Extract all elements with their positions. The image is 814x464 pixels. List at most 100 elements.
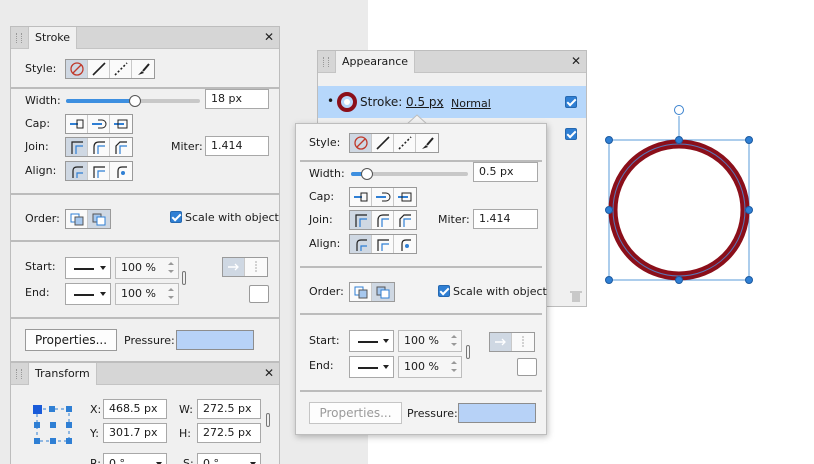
drag-grip-icon[interactable] <box>323 57 329 67</box>
cap-butt-button[interactable] <box>350 188 372 206</box>
close-icon[interactable]: ✕ <box>571 54 581 68</box>
cap-square-button[interactable] <box>394 188 416 206</box>
style-solid-button[interactable] <box>88 60 110 78</box>
link-icon[interactable] <box>466 345 470 359</box>
cap-butt-button[interactable] <box>66 115 88 133</box>
stroke-row[interactable]: • Stroke: 0.5 px , Normal <box>318 86 586 118</box>
miter-field[interactable]: 1.414 <box>205 136 269 156</box>
align-inside-button[interactable] <box>372 235 394 253</box>
end-scale-field[interactable]: 100 % <box>115 283 179 305</box>
join-round-button[interactable] <box>372 211 394 229</box>
order-front-button[interactable] <box>372 283 394 301</box>
width-field[interactable]: 18 px <box>205 89 269 109</box>
selection-handle-bottom-right[interactable] <box>745 276 753 284</box>
scale-with-object-checkbox[interactable] <box>170 211 182 223</box>
join-bevel-button[interactable] <box>110 138 132 156</box>
x-label: X: <box>90 403 102 416</box>
join-label: Join: <box>25 140 49 153</box>
end-arrowhead-dropdown[interactable] <box>349 356 394 378</box>
y-label: Y: <box>90 427 99 440</box>
swap-arrowheads-button[interactable] <box>249 285 269 303</box>
order-buttons <box>65 209 111 229</box>
w-field[interactable]: 272.5 px <box>197 399 261 419</box>
y-field[interactable]: 301.7 px <box>103 423 167 443</box>
width-field[interactable]: 0.5 px <box>473 162 538 182</box>
separator <box>300 390 542 392</box>
arrow-inside-button[interactable] <box>512 333 534 351</box>
anchor-selector-icon[interactable] <box>33 405 73 445</box>
align-inside-button[interactable] <box>88 162 110 180</box>
cap-square-button[interactable] <box>110 115 132 133</box>
x-field[interactable]: 468.5 px <box>103 399 167 419</box>
miter-field[interactable]: 1.414 <box>473 209 538 229</box>
close-icon[interactable]: ✕ <box>264 30 274 44</box>
align-outside-button[interactable] <box>110 162 132 180</box>
properties-button[interactable]: Properties... <box>25 329 117 351</box>
h-field[interactable]: 272.5 px <box>197 423 261 443</box>
end-arrowhead-dropdown[interactable] <box>65 283 111 305</box>
start-arrowhead-dropdown[interactable] <box>65 257 111 279</box>
end-scale-field[interactable]: 100 % <box>398 356 462 378</box>
order-front-button[interactable] <box>88 210 110 228</box>
style-dashed-button[interactable] <box>110 60 132 78</box>
tab-appearance[interactable]: Appearance <box>335 51 416 73</box>
pressure-graph[interactable] <box>458 403 536 423</box>
link-icon[interactable] <box>182 271 186 285</box>
canvas-selected-ellipse[interactable] <box>600 100 760 290</box>
join-bevel-button[interactable] <box>394 211 416 229</box>
cap-round-button[interactable] <box>372 188 394 206</box>
selection-handle-middle-left[interactable] <box>605 206 613 214</box>
drag-grip-icon[interactable] <box>16 369 22 379</box>
scale-with-object-checkbox[interactable] <box>438 285 450 297</box>
width-slider-knob[interactable] <box>361 168 373 180</box>
style-none-button[interactable] <box>350 134 372 152</box>
join-miter-button[interactable] <box>350 211 372 229</box>
cap-buttons <box>349 187 417 207</box>
style-dashed-button[interactable] <box>394 134 416 152</box>
cap-round-button[interactable] <box>88 115 110 133</box>
order-behind-button[interactable] <box>66 210 88 228</box>
properties-button[interactable]: Properties... <box>309 402 402 424</box>
style-brush-button[interactable] <box>132 60 154 78</box>
selection-handle-middle-right[interactable] <box>745 206 753 214</box>
style-none-button[interactable] <box>66 60 88 78</box>
start-scale-field[interactable]: 100 % <box>398 330 462 352</box>
stroke-visible-checkbox[interactable] <box>565 96 577 108</box>
shear-field[interactable]: 0 ° <box>197 453 261 464</box>
link-icon[interactable] <box>266 413 270 427</box>
drag-grip-icon[interactable] <box>16 33 22 43</box>
fill-visible-checkbox[interactable] <box>565 128 577 140</box>
selection-handle-top-center[interactable] <box>675 136 683 144</box>
start-scale-field[interactable]: 100 % <box>115 257 179 279</box>
arrow-inside-button[interactable] <box>245 258 267 276</box>
align-center-button[interactable] <box>66 162 88 180</box>
tab-stroke[interactable]: Stroke <box>28 27 78 49</box>
selection-handle-top-right[interactable] <box>745 136 753 144</box>
swap-arrowheads-button[interactable] <box>517 358 537 376</box>
cap-label: Cap: <box>309 190 335 203</box>
arrow-outside-button[interactable] <box>223 258 245 276</box>
join-round-button[interactable] <box>88 138 110 156</box>
order-behind-button[interactable] <box>350 283 372 301</box>
selection-handle-bottom-center[interactable] <box>675 276 683 284</box>
style-solid-button[interactable] <box>372 134 394 152</box>
stroke-row-width-link[interactable]: 0.5 px <box>406 96 444 109</box>
start-arrowhead-dropdown[interactable] <box>349 330 394 352</box>
close-icon[interactable]: ✕ <box>264 366 274 380</box>
cap-label: Cap: <box>25 117 51 130</box>
tab-transform[interactable]: Transform <box>28 363 97 385</box>
stroke-flyout: Style: Width: 0.5 px Cap: Join: Miter: 1… <box>295 123 547 435</box>
rotation-field[interactable]: 0 ° <box>103 453 167 464</box>
stroke-row-blend-link[interactable]: Normal <box>451 97 491 110</box>
selection-handle-top-left[interactable] <box>605 136 613 144</box>
join-miter-button[interactable] <box>66 138 88 156</box>
rotation-handle[interactable] <box>674 105 684 115</box>
selection-handle-bottom-left[interactable] <box>605 276 613 284</box>
align-center-button[interactable] <box>350 235 372 253</box>
align-outside-button[interactable] <box>394 235 416 253</box>
style-brush-button[interactable] <box>416 134 438 152</box>
arrow-outside-button[interactable] <box>490 333 512 351</box>
pressure-graph[interactable] <box>176 330 254 350</box>
width-slider-knob[interactable] <box>129 95 141 107</box>
trash-icon[interactable] <box>570 290 582 303</box>
